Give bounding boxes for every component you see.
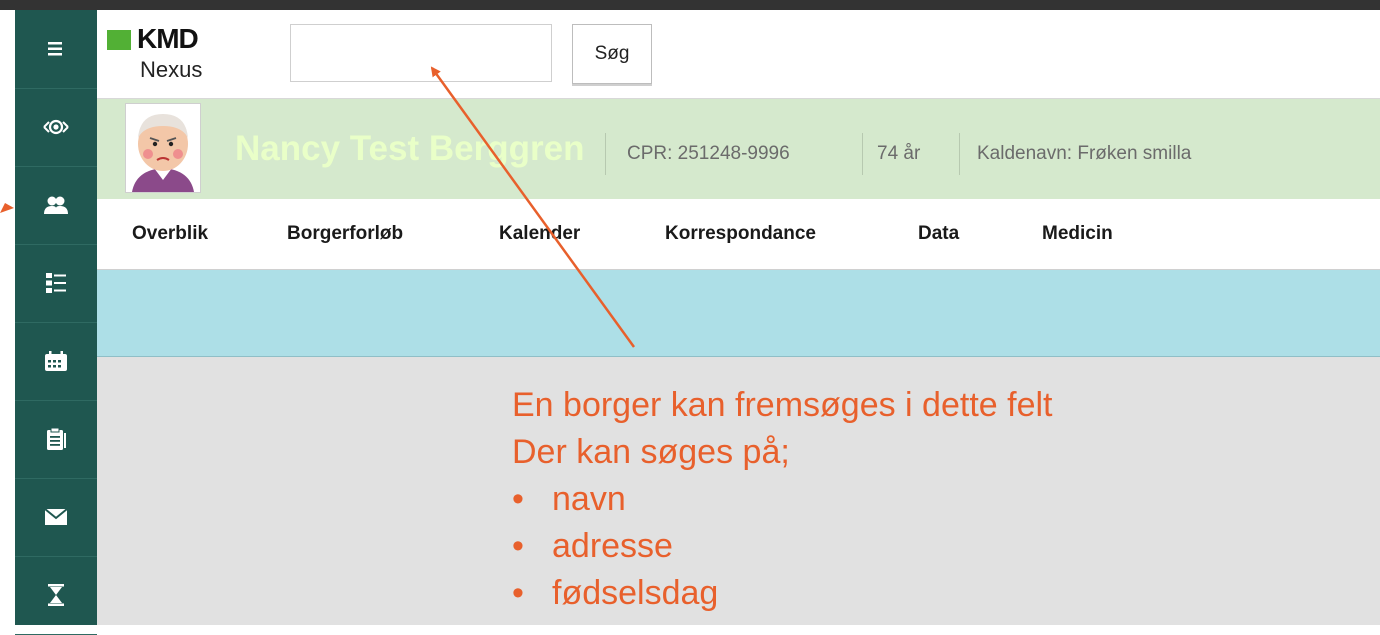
annotation-arrow-sidebar [0, 203, 14, 213]
citizen-nav: Overblik Borgerforløb Kalender Korrespon… [97, 199, 1380, 270]
annotation-callout: En borger kan fremsøges i dette felt Der… [512, 382, 1212, 617]
tab-korrespondance[interactable]: Korrespondance [665, 223, 816, 245]
hourglass-icon [47, 583, 65, 607]
bullet: • [512, 574, 524, 612]
annotation-list-item: • adresse [512, 523, 1212, 570]
annotation-line-1: En borger kan fremsøges i dette felt [512, 386, 1053, 424]
divider [605, 133, 606, 175]
search-button[interactable]: Søg [572, 24, 652, 84]
sidebar-item-messages[interactable] [15, 478, 97, 557]
sidebar-item-calendar[interactable] [15, 322, 97, 401]
annotation-line-2: Der kan søges på; [512, 433, 790, 471]
citizen-avatar [125, 103, 201, 193]
sidebar [15, 10, 97, 635]
logo-brand: KMD [137, 23, 199, 54]
clipboard-icon [46, 427, 66, 451]
annotation-item-text: adresse [552, 527, 673, 565]
tab-overblik[interactable]: Overblik [132, 223, 208, 245]
annotation-item-text: navn [552, 480, 626, 518]
citizen-age: 74 år [877, 143, 921, 164]
tab-medicin[interactable]: Medicin [1042, 223, 1113, 245]
logo-green-square [107, 30, 131, 50]
eye-icon [42, 118, 70, 136]
search-input[interactable] [290, 24, 552, 82]
divider [959, 133, 960, 175]
logo-product: Nexus [140, 57, 203, 82]
top-bar [0, 0, 1380, 10]
kmd-nexus-logo: KMD Nexus [107, 24, 247, 94]
calendar-icon [44, 350, 68, 372]
menu-icon [46, 41, 66, 57]
citizen-header: Nancy Test Berggren CPR: 251248-9996 74 … [97, 99, 1380, 199]
annotation-list-item: • fødselsdag [512, 570, 1212, 617]
mail-icon [44, 508, 68, 526]
sidebar-item-journal[interactable] [15, 400, 97, 479]
tab-data[interactable]: Data [918, 223, 959, 245]
annotation-list-item: • navn [512, 476, 1212, 523]
sidebar-item-citizens[interactable] [15, 166, 97, 245]
sidebar-item-tasks[interactable] [15, 244, 97, 323]
tab-borgerforloeb[interactable]: Borgerforløb [287, 223, 403, 245]
citizen-name: Nancy Test Berggren [235, 129, 585, 168]
divider [862, 133, 863, 175]
header: KMD Nexus Søg [97, 10, 1380, 99]
citizen-nickname: Kaldenavn: Frøken smilla [977, 143, 1192, 164]
sidebar-item-history[interactable] [15, 556, 97, 635]
citizen-cpr: CPR: 251248-9996 [627, 143, 790, 164]
citizens-icon [43, 194, 69, 216]
sidebar-item-menu[interactable] [15, 10, 97, 89]
checklist-icon [45, 272, 67, 294]
bullet: • [512, 527, 524, 565]
bullet: • [512, 480, 524, 518]
sidebar-item-overview[interactable] [15, 88, 97, 167]
tab-kalender[interactable]: Kalender [499, 223, 580, 245]
annotation-list: • navn • adresse • fødselsdag [512, 476, 1212, 617]
avatar-illustration [126, 104, 200, 192]
toolbar-strip [97, 270, 1380, 357]
annotation-item-text: fødselsdag [552, 574, 719, 612]
